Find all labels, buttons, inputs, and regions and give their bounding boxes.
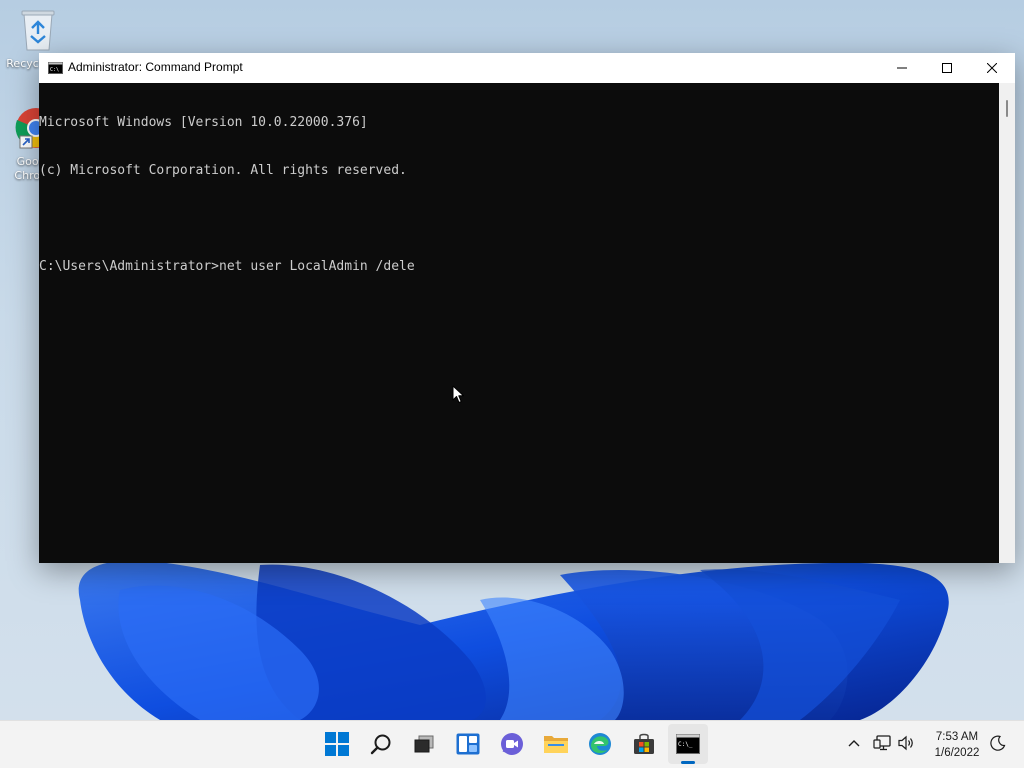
taskbar-clock[interactable]: 7:53 AM 1/6/2022: [920, 729, 994, 761]
windows-start-icon: [325, 732, 349, 756]
svg-text:C:\: C:\: [50, 67, 59, 73]
command-prompt-window[interactable]: C:\ Administrator: Command Prompt Micros…: [39, 53, 1015, 563]
taskbar-search-button[interactable]: [361, 724, 401, 764]
close-icon: [987, 63, 997, 73]
taskbar-command-prompt-button[interactable]: C:\_: [668, 724, 708, 764]
window-title: Administrator: Command Prompt: [68, 60, 243, 74]
taskbar-widgets-button[interactable]: [448, 724, 488, 764]
taskbar-start-button[interactable]: [317, 724, 357, 764]
task-view-icon: [414, 735, 434, 753]
console-line: Microsoft Windows [Version 10.0.22000.37…: [39, 115, 368, 130]
mouse-cursor-icon: [452, 385, 464, 403]
maximize-button[interactable]: [924, 53, 970, 83]
taskbar-edge-button[interactable]: [580, 724, 620, 764]
console-output[interactable]: Microsoft Windows [Version 10.0.22000.37…: [39, 83, 999, 563]
running-indicator: [681, 761, 695, 764]
scrollbar-thumb[interactable]: [1006, 100, 1008, 117]
cmd-icon: C:\_: [676, 734, 700, 754]
tray-overflow-button[interactable]: [846, 733, 862, 753]
taskbar-chat-button[interactable]: [492, 724, 532, 764]
tray-volume-button[interactable]: [897, 733, 917, 753]
folder-icon: [544, 736, 568, 753]
clock-time: 7:53 AM: [935, 731, 979, 743]
chat-icon: [501, 733, 523, 755]
console-line: (c) Microsoft Corporation. All rights re…: [39, 163, 407, 178]
svg-text:C:\_: C:\_: [678, 741, 693, 748]
store-icon: [634, 733, 654, 754]
chevron-up-icon: [848, 740, 860, 747]
edge-icon: [589, 733, 611, 755]
vertical-scrollbar[interactable]: [999, 83, 1015, 563]
recycle-bin-icon: [21, 10, 55, 51]
minimize-icon: [897, 67, 907, 69]
volume-icon: [898, 735, 913, 751]
window-titlebar[interactable]: C:\ Administrator: Command Prompt: [39, 53, 1015, 83]
taskbar-task-view-button[interactable]: [404, 724, 444, 764]
close-button[interactable]: [969, 53, 1015, 83]
minimize-button[interactable]: [879, 53, 925, 83]
taskbar: C:\_ 7:53 AM 1/6/2022: [0, 720, 1024, 768]
network-icon: [873, 735, 891, 751]
notification-button[interactable]: [988, 733, 1008, 753]
tray-network-button[interactable]: [872, 733, 892, 753]
taskbar-file-explorer-button[interactable]: [536, 724, 576, 764]
widgets-icon: [456, 733, 480, 755]
cmd-icon: C:\: [48, 62, 63, 74]
taskbar-store-button[interactable]: [624, 724, 664, 764]
console-command-line[interactable]: C:\Users\Administrator>net user LocalAdm…: [39, 259, 999, 275]
clock-date: 1/6/2022: [934, 747, 980, 759]
maximize-icon: [942, 63, 952, 73]
focus-assist-icon: [990, 735, 1006, 751]
search-icon: [370, 734, 391, 755]
